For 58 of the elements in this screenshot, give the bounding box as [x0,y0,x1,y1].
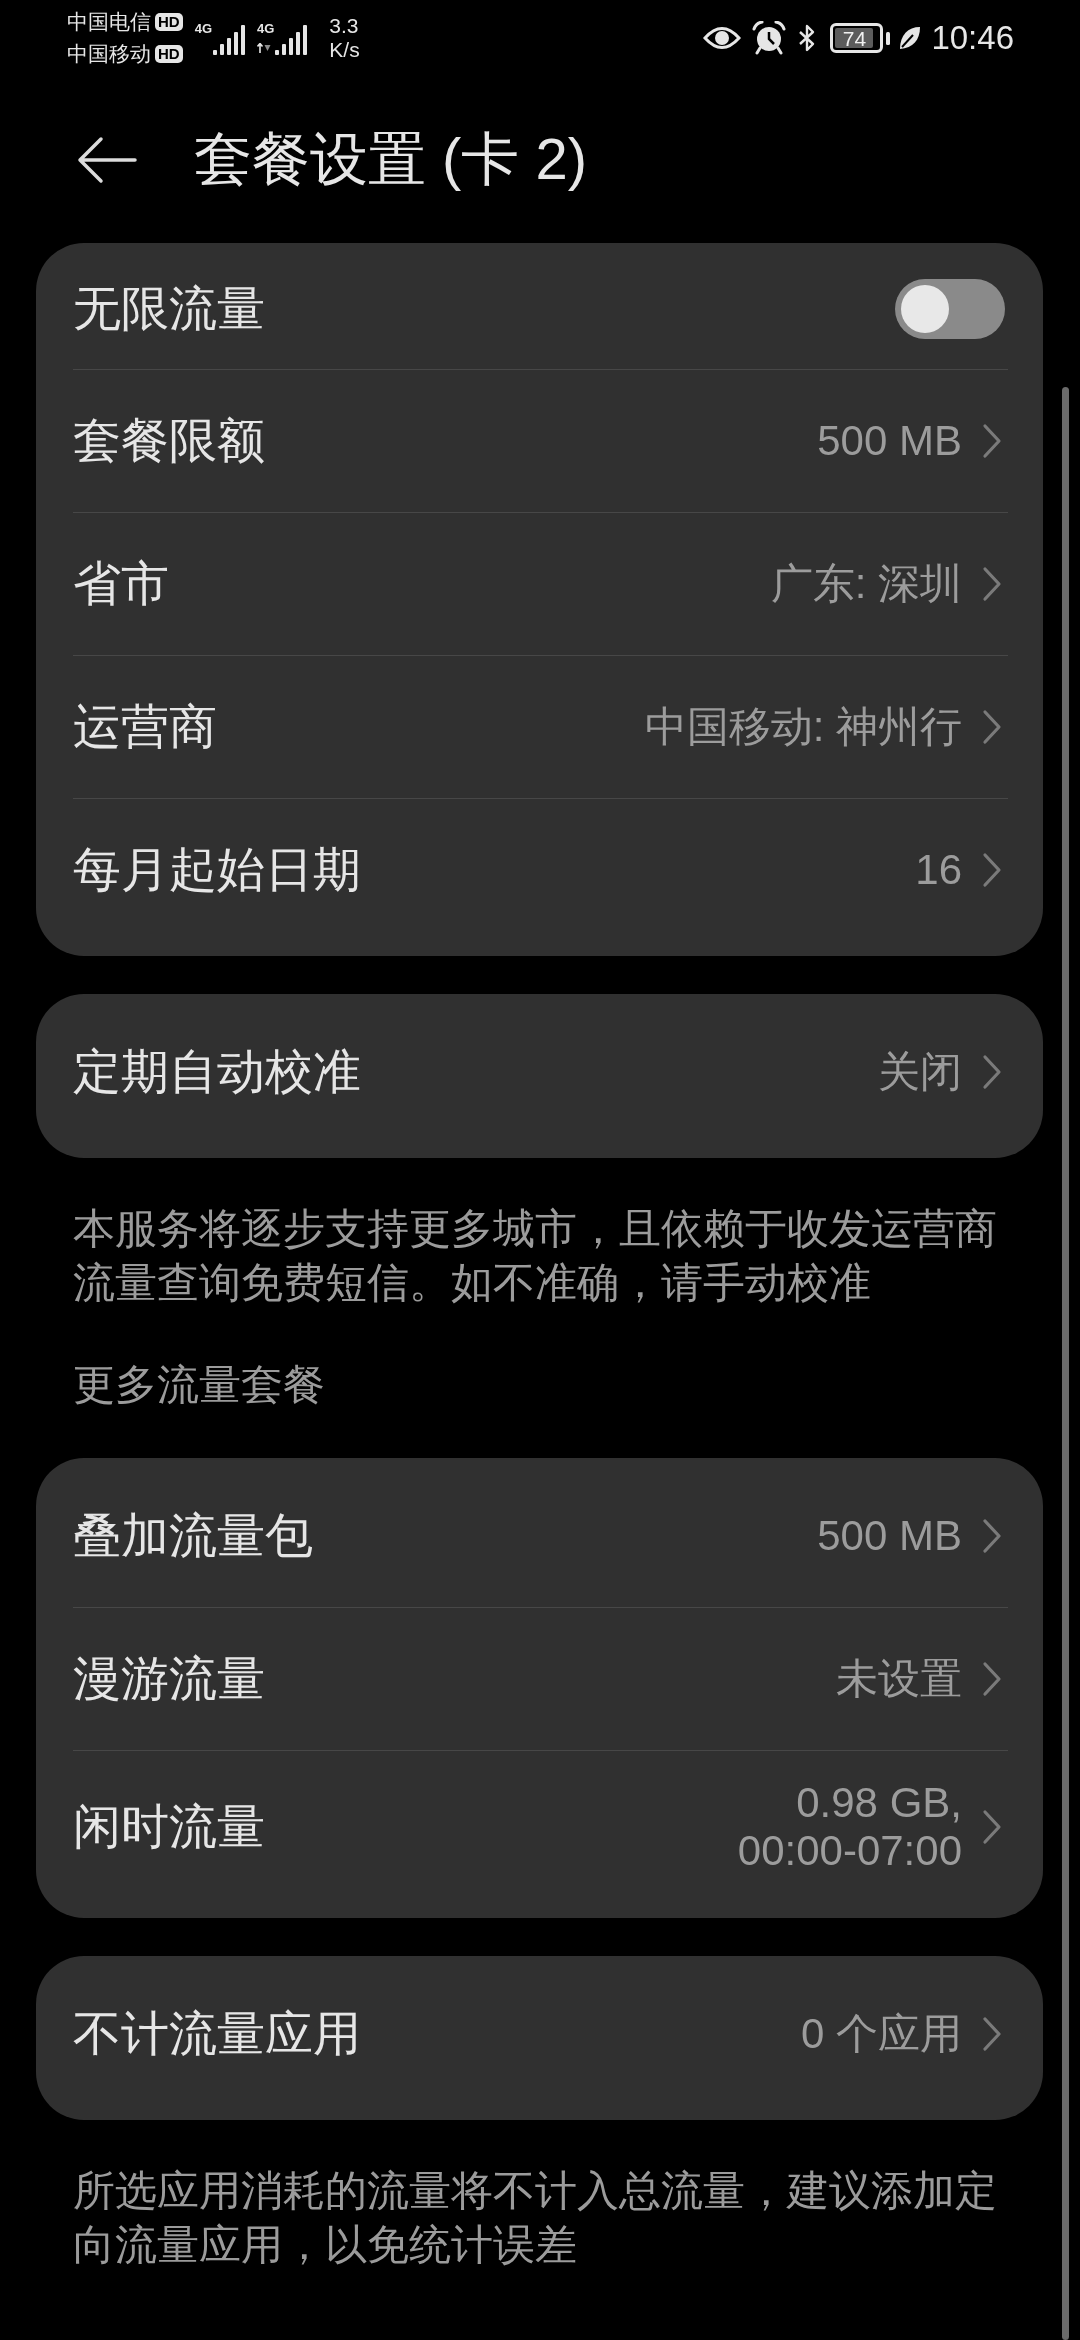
item-label: 省市 [73,556,169,612]
network-type: 4G [257,21,275,37]
setting-item[interactable]: 套餐限额 500 MB [73,369,1008,512]
hd-badge: HD [155,13,183,31]
item-value: 0.98 GB, 00:00-07:00 [737,1779,962,1875]
item-label: 漫游流量 [73,1651,265,1707]
section-heading: 更多流量套餐 [73,1360,326,1410]
chevron-icon [982,852,1002,888]
item-value: 广东: 深圳 [770,560,962,608]
setting-item[interactable]: 闲时流量 0.98 GB, 00:00-07:00 [73,1750,1008,1903]
chevron-icon [982,566,1002,602]
carrier-name: 中国电信 [67,9,151,35]
page-title: 套餐设置 (卡 2) [194,125,588,193]
eye-icon [703,24,742,52]
leaf-icon [899,26,922,50]
item-label: 定期自动校准 [73,1043,361,1100]
setting-item[interactable]: 运营商 中国移动: 神州行 [73,655,1008,798]
setting-item[interactable]: 省市 广东: 深圳 [73,512,1008,655]
signal-icon [213,25,245,55]
chevron-icon [982,1661,1002,1697]
network-type: 4G [194,21,212,37]
item-value: 16 [915,846,962,894]
item-label: 每月起始日期 [73,842,361,898]
carrier-name: 中国移动 [67,41,151,67]
toggle-switch[interactable] [895,279,1005,339]
item-label: 不计流量应用 [73,2005,361,2062]
setting-item[interactable]: 漫游流量 未设置 [73,1607,1008,1750]
setting-item[interactable]: 不计流量应用 0 个应用 [73,1962,1008,2105]
setting-item[interactable]: 无限流量 [73,249,1008,369]
item-label: 无限流量 [73,281,265,337]
network-speed: 3.3 K/s [329,14,360,62]
item-value: 未设置 [836,1655,962,1703]
setting-item[interactable]: 定期自动校准 关闭 [73,1000,1008,1143]
item-label: 运营商 [73,699,217,755]
chevron-icon [982,709,1002,745]
chevron-icon [982,1809,1002,1845]
battery-percent: 74 [835,28,874,48]
back-arrow-icon[interactable] [77,135,137,185]
item-label: 套餐限额 [73,413,265,469]
item-value: 500 MB [817,417,962,465]
hd-badge: HD [155,45,183,63]
item-value: 0 个应用 [800,2009,962,2058]
item-value: 500 MB [817,1511,962,1560]
setting-item[interactable]: 每月起始日期 16 [73,798,1008,941]
chevron-icon [982,2015,1002,2052]
note-text: 所选应用消耗的流量将不计入总流量，建议添加定向流量应用，以免统计误差 [73,2166,998,2270]
status-time: 10:46 [931,19,1014,57]
item-value: 关闭 [878,1047,962,1096]
signal-icon [275,25,308,55]
item-value: 中国移动: 神州行 [644,703,962,751]
setting-item[interactable]: 叠加流量包 500 MB [73,1464,1008,1607]
item-label: 闲时流量 [73,1799,265,1855]
item-label: 叠加流量包 [73,1507,313,1564]
chevron-icon [982,1517,1002,1554]
chevron-icon [982,1053,1002,1090]
chevron-icon [982,423,1002,459]
note-text: 本服务将逐步支持更多城市，且依赖于收发运营商流量查询免费短信。如不准确，请手动校准 [73,1204,998,1308]
alarm-clock-icon [752,21,787,55]
